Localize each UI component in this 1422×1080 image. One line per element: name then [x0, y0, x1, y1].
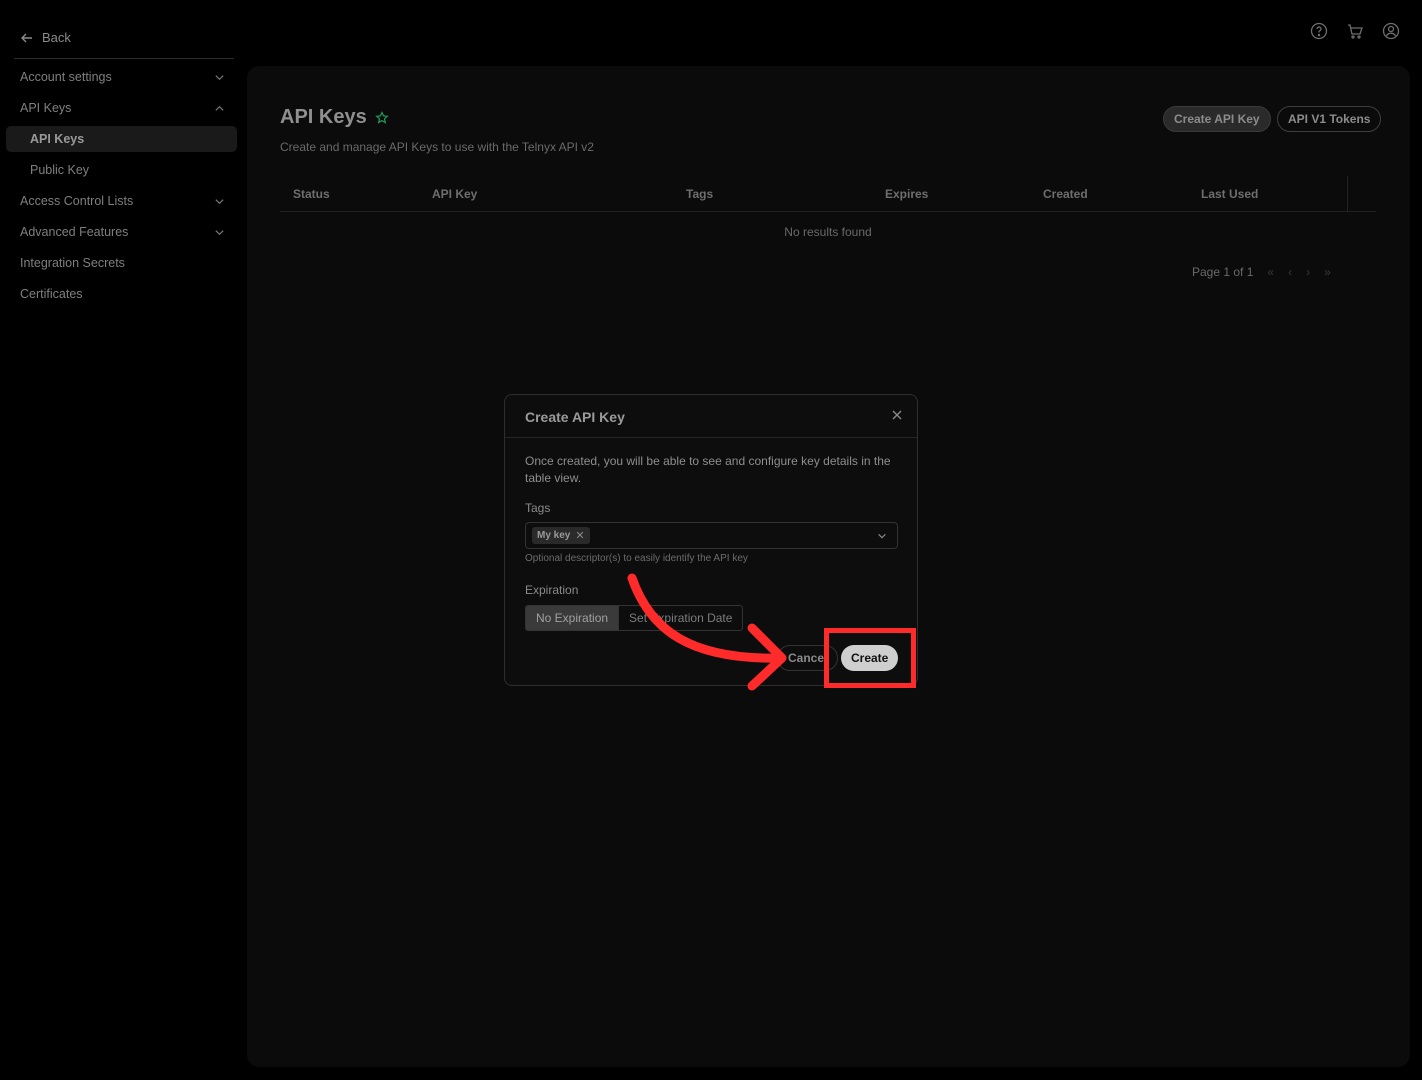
create-api-key-button[interactable]: Create API Key	[1163, 106, 1271, 132]
sidebar-item-label: Access Control Lists	[20, 194, 134, 208]
next-page-icon[interactable]: ›	[1306, 265, 1310, 279]
create-button[interactable]: Create	[841, 645, 899, 671]
sidebar-item-label: Integration Secrets	[20, 256, 125, 270]
tags-label: Tags	[525, 501, 551, 515]
header-icons	[1310, 22, 1400, 40]
modal-description: Once created, you will be able to see an…	[525, 454, 891, 485]
star-icon[interactable]	[375, 110, 389, 125]
sidebar-item-access-control-lists[interactable]: Access Control Lists	[6, 188, 237, 214]
sidebar-item-label: Advanced Features	[20, 225, 129, 239]
chevron-down-icon	[215, 198, 224, 204]
last-page-icon[interactable]: »	[1324, 265, 1331, 279]
table-header: Status API Key Tags Expires Created Last…	[280, 176, 1376, 212]
sidebar-item-label: Account settings	[20, 70, 112, 84]
arrow-left-icon	[21, 33, 32, 42]
empty-state: No results found	[784, 225, 872, 239]
api-keys-table: Status API Key Tags Expires Created Last…	[280, 176, 1376, 239]
sidebar-item-public-key[interactable]: Public Key	[6, 157, 237, 183]
sidebar-divider	[14, 58, 234, 59]
column-separator	[1347, 176, 1348, 212]
remove-tag-icon[interactable]: ✕	[575, 529, 584, 542]
chevron-up-icon	[215, 105, 224, 111]
page-title: API Keys	[280, 106, 367, 128]
column-header-tags[interactable]: Tags	[686, 187, 713, 201]
page-indicator: Page 1 of 1	[1192, 265, 1254, 279]
tag-chip: My key ✕	[532, 527, 590, 544]
modal-title: Create API Key	[525, 409, 625, 425]
page-subtitle: Create and manage API Keys to use with t…	[280, 140, 594, 154]
expiration-label: Expiration	[525, 583, 579, 597]
close-icon[interactable]	[891, 409, 903, 421]
no-expiration-option[interactable]: No Expiration	[526, 606, 619, 630]
sidebar-item-advanced-features[interactable]: Advanced Features	[6, 219, 237, 245]
account-icon[interactable]	[1382, 22, 1400, 40]
sidebar-item-account-settings[interactable]: Account settings	[6, 64, 237, 90]
sidebar-item-label: Certificates	[20, 287, 83, 301]
sidebar-item-integration-secrets[interactable]: Integration Secrets	[6, 250, 237, 276]
api-v1-tokens-button[interactable]: API V1 Tokens	[1277, 106, 1382, 132]
tags-help-text: Optional descriptor(s) to easily identif…	[525, 553, 748, 564]
back-label: Back	[42, 30, 71, 45]
sidebar-item-label: API Keys	[30, 132, 85, 146]
tags-input[interactable]: My key ✕	[525, 522, 898, 549]
tag-chip-label: My key	[537, 530, 571, 541]
sidebar-item-api-keys[interactable]: API Keys	[6, 126, 237, 152]
chevron-down-icon	[215, 74, 224, 80]
help-icon[interactable]	[1310, 22, 1328, 40]
sidebar-item-label: API Keys	[20, 101, 72, 115]
column-header-expires[interactable]: Expires	[885, 187, 928, 201]
cart-icon[interactable]	[1346, 22, 1364, 40]
first-page-icon[interactable]: «	[1267, 265, 1274, 279]
sidebar: Back Account settings API Keys API Keys …	[0, 0, 240, 1080]
column-header-status[interactable]: Status	[293, 187, 330, 201]
pagination: Page 1 of 1 « ‹ › »	[1192, 265, 1331, 279]
create-api-key-modal: Create API Key Once created, you will be…	[504, 394, 918, 686]
column-header-last-used[interactable]: Last Used	[1201, 187, 1258, 201]
set-expiration-date-option[interactable]: Set Expiration Date	[618, 606, 742, 630]
column-header-api-key[interactable]: API Key	[432, 187, 477, 201]
chevron-down-icon[interactable]	[877, 531, 887, 541]
expiration-toggle: No Expiration Set Expiration Date	[525, 605, 744, 631]
back-link[interactable]: Back	[20, 30, 71, 45]
sidebar-item-certificates[interactable]: Certificates	[6, 281, 237, 307]
chevron-down-icon	[215, 229, 224, 235]
sidebar-item-label: Public Key	[30, 163, 90, 177]
modal-header: Create API Key	[505, 395, 917, 438]
sidebar-item-api-keys-group[interactable]: API Keys	[6, 95, 237, 121]
cancel-button[interactable]: Cancel	[777, 645, 839, 671]
column-header-created[interactable]: Created	[1043, 187, 1088, 201]
prev-page-icon[interactable]: ‹	[1288, 265, 1292, 279]
title-row: API Keys	[280, 106, 389, 129]
